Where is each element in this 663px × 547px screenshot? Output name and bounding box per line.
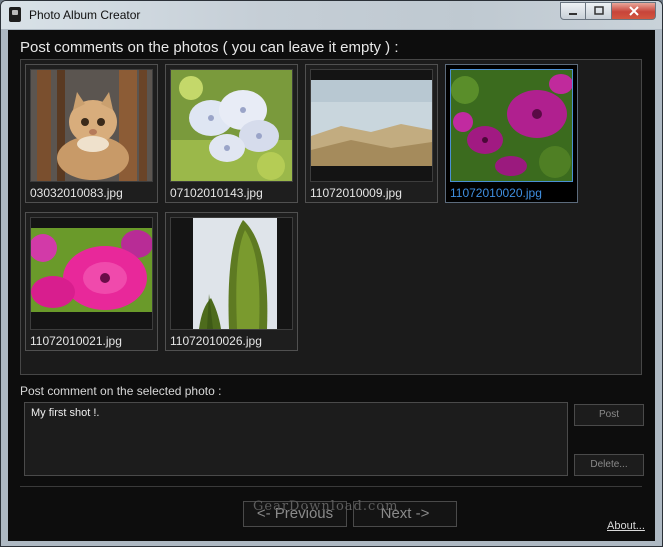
maximize-icon	[593, 6, 604, 15]
photo-filename: 03032010083.jpg	[30, 186, 123, 200]
photo-filename: 11072010026.jpg	[170, 334, 262, 348]
photo-gallery: 03032010083.jpg 07102010143.jpg 11072010…	[20, 59, 642, 375]
photo-thumbnail-2[interactable]: 07102010143.jpg	[165, 64, 298, 203]
photo-thumbnail-5[interactable]: 11072010021.jpg	[25, 212, 158, 351]
pink-petunia-image	[31, 218, 152, 329]
photo-image	[30, 69, 153, 182]
photo-thumbnail-4[interactable]: 11072010020.jpg	[445, 64, 578, 203]
photo-image	[310, 69, 433, 182]
cypress-tree-image	[171, 218, 292, 329]
divider	[20, 486, 642, 487]
about-link[interactable]: About...	[607, 520, 645, 532]
comment-input[interactable]: My first shot !.	[24, 402, 568, 476]
photo-filename: 11072010020.jpg	[450, 186, 542, 200]
delete-button[interactable]: Delete...	[574, 454, 644, 476]
client-area: Post comments on the photos ( you can le…	[8, 30, 655, 541]
close-button[interactable]	[612, 2, 656, 20]
photo-filename: 07102010143.jpg	[170, 186, 263, 200]
photo-image	[170, 217, 293, 330]
post-button[interactable]: Post	[574, 404, 644, 426]
photo-thumbnail-1[interactable]: 03032010083.jpg	[25, 64, 158, 203]
comment-label: Post comment on the selected photo :	[20, 384, 222, 398]
purple-petunias-image	[451, 70, 572, 181]
watermark: GearDownload.com	[253, 499, 399, 514]
photo-image	[450, 69, 573, 182]
close-icon	[628, 6, 639, 16]
photo-image	[170, 69, 293, 182]
app-window: Photo Album Creator Post comments on the…	[0, 0, 663, 547]
page-title: Post comments on the photos ( you can le…	[20, 39, 399, 56]
title-bar[interactable]: Photo Album Creator	[1, 1, 662, 29]
white-flowers-image	[171, 70, 292, 181]
photo-thumbnail-6[interactable]: 11072010026.jpg	[165, 212, 298, 351]
minimize-button[interactable]	[560, 2, 586, 20]
photo-filename: 11072010021.jpg	[30, 334, 122, 348]
camera-icon	[9, 7, 21, 22]
photo-filename: 11072010009.jpg	[310, 186, 402, 200]
photo-image	[30, 217, 153, 330]
window-controls	[560, 2, 656, 20]
kitten-image	[31, 70, 152, 181]
window-title: Photo Album Creator	[29, 8, 141, 22]
landscape-image	[311, 70, 432, 181]
minimize-icon	[569, 13, 577, 15]
maximize-button[interactable]	[586, 2, 612, 20]
photo-thumbnail-3[interactable]: 11072010009.jpg	[305, 64, 438, 203]
